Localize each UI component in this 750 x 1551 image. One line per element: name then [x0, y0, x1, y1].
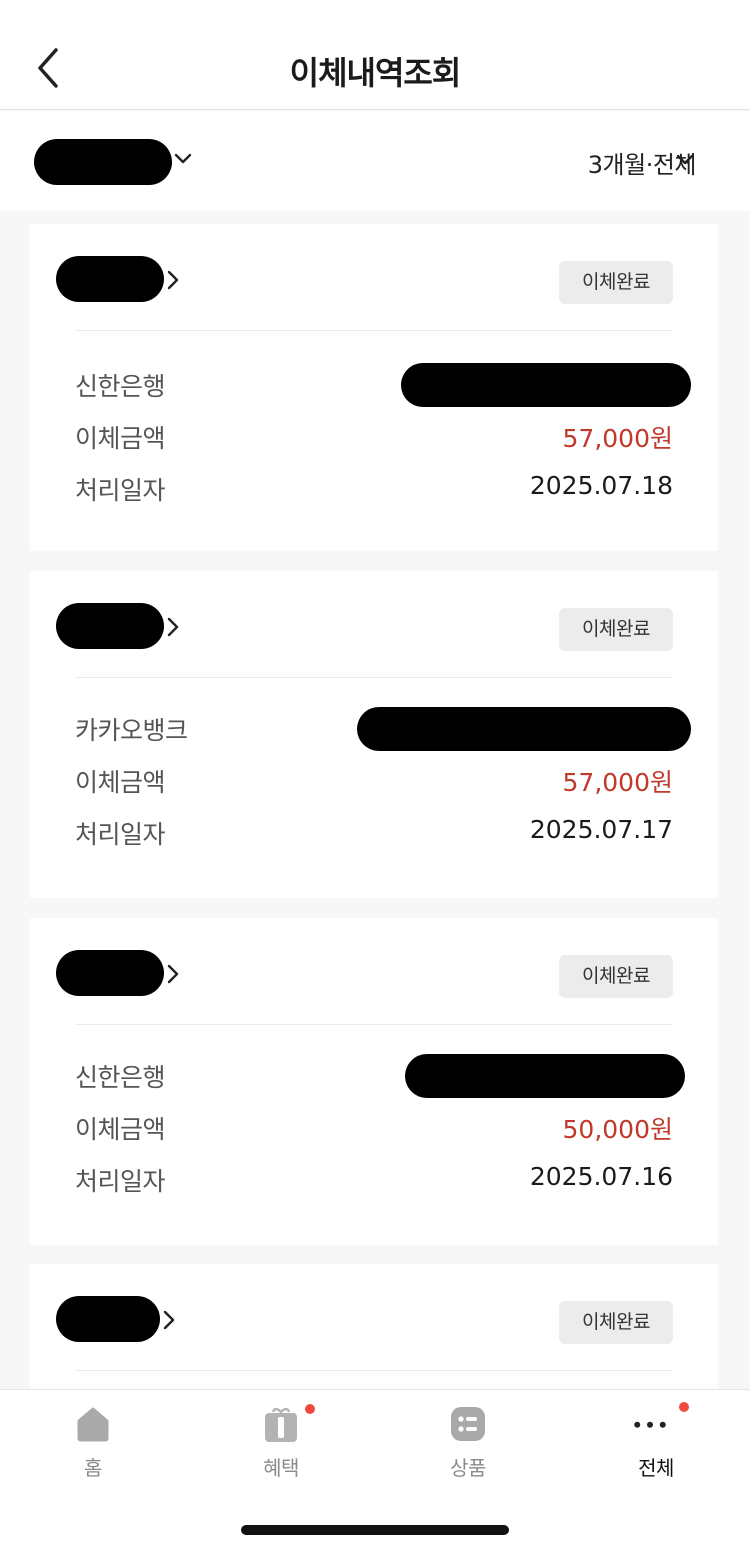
redacted-account: [34, 139, 172, 185]
redacted-account-number: [401, 363, 691, 407]
list-icon: [451, 1407, 485, 1441]
amount-label: 이체금액: [75, 1115, 166, 1144]
status-badge: 이체완료: [559, 955, 673, 998]
redacted-recipient: [56, 256, 164, 302]
redacted-recipient: [56, 603, 164, 649]
home-icon: [77, 1407, 109, 1442]
notification-dot: [305, 1404, 315, 1414]
redacted-account-number: [405, 1054, 685, 1098]
tab-benefits[interactable]: 혜택: [231, 1404, 331, 1484]
status-badge: 이체완료: [559, 1301, 673, 1344]
page-title: 이체내역조회: [289, 54, 462, 92]
bank-name: 신한은행: [75, 372, 166, 401]
redacted-account-number: [357, 707, 691, 751]
amount-row: 이체금액 50,000원: [75, 1110, 673, 1146]
account-selector[interactable]: [34, 139, 194, 185]
transfer-card[interactable]: 이체완료 카카오뱅크 이체금액 57,000원 처리일자 2025.07.17: [30, 571, 718, 898]
recipient-link[interactable]: [56, 1296, 186, 1342]
bank-row: 신한은행: [75, 363, 691, 407]
date-label: 처리일자: [75, 820, 166, 849]
tab-all[interactable]: 전체: [606, 1402, 706, 1484]
status-badge: 이체완료: [559, 608, 673, 651]
recipient-link[interactable]: [56, 950, 186, 996]
amount-label: 이체금액: [75, 424, 166, 453]
chevron-down-icon: [174, 153, 192, 164]
tab-products[interactable]: 상품: [418, 1404, 518, 1484]
bank-row: 신한은행: [75, 1054, 685, 1098]
divider: [75, 1370, 673, 1371]
chevron-right-icon: [167, 270, 179, 290]
date-value: 2025.07.17: [529, 815, 673, 844]
date-value: 2025.07.18: [529, 471, 673, 500]
chevron-down-icon[interactable]: [676, 154, 694, 166]
amount-row: 이체금액 57,000원: [75, 763, 673, 799]
chevron-right-icon: [167, 964, 179, 984]
chevron-right-icon: [163, 1310, 175, 1330]
status-badge: 이체완료: [559, 261, 673, 304]
tab-label: 상품: [450, 1456, 486, 1480]
recipient-link[interactable]: [56, 256, 186, 302]
gift-icon: [265, 1407, 297, 1442]
redacted-recipient: [56, 950, 164, 996]
date-label: 처리일자: [75, 1167, 166, 1196]
date-label: 처리일자: [75, 476, 166, 505]
bank-name: 신한은행: [75, 1063, 166, 1092]
transfer-card[interactable]: 이체완료 신한은행 이체금액 50,000원 처리일자 2025.07.16: [30, 918, 718, 1245]
divider: [75, 330, 673, 331]
date-row: 처리일자 2025.07.17: [75, 815, 673, 851]
bank-name: 카카오뱅크: [75, 716, 188, 745]
header: 이체내역조회: [0, 0, 750, 110]
amount-value: 57,000원: [562, 424, 673, 453]
recipient-link[interactable]: [56, 603, 186, 649]
tab-home[interactable]: 홈: [43, 1404, 143, 1484]
home-indicator: [241, 1525, 509, 1535]
bank-row: 카카오뱅크: [75, 707, 691, 751]
more-icon: [634, 1421, 666, 1428]
tab-label: 전체: [638, 1456, 674, 1480]
transfer-card[interactable]: 이체완료: [30, 1264, 718, 1389]
transfer-card[interactable]: 이체완료 신한은행 이체금액 57,000원 처리일자 2025.07.18: [30, 224, 718, 551]
amount-row: 이체금액 57,000원: [75, 419, 673, 455]
date-row: 처리일자 2025.07.18: [75, 471, 673, 507]
notification-dot: [679, 1402, 689, 1412]
tab-label: 혜택: [263, 1456, 299, 1480]
date-value: 2025.07.16: [529, 1162, 673, 1191]
amount-label: 이체금액: [75, 768, 166, 797]
divider: [75, 677, 673, 678]
tab-label: 홈: [84, 1456, 102, 1480]
date-row: 처리일자 2025.07.16: [75, 1162, 673, 1198]
amount-value: 50,000원: [562, 1115, 673, 1144]
chevron-right-icon: [167, 617, 179, 637]
amount-value: 57,000원: [562, 768, 673, 797]
divider: [75, 1024, 673, 1025]
filter-bar: 3개월·전체: [0, 111, 750, 211]
redacted-recipient: [56, 1296, 160, 1342]
